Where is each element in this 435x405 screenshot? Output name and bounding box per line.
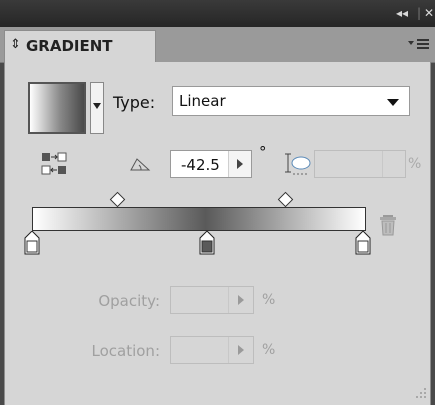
panel-menu-icon[interactable] [405,34,431,54]
type-label: Type: [113,93,156,112]
gradient-stop[interactable] [24,231,40,255]
opacity-unit: % [262,292,276,308]
aspect-ratio-unit: % [408,156,422,172]
gradient-slider[interactable] [32,207,366,231]
trash-icon [380,215,396,236]
angle-icon [130,158,151,171]
degree-symbol: ° [259,143,267,161]
gradient-stop[interactable] [355,231,371,255]
gradient-stop[interactable] [199,231,215,255]
close-panel-icon[interactable]: ✕ [424,6,434,20]
type-select-value: Linear [179,92,226,110]
angle-input[interactable]: -42.5 [170,150,252,178]
aspect-ratio-dropdown-button [382,151,405,177]
opacity-input [170,286,254,314]
location-input [170,336,254,364]
opacity-dropdown-button [228,287,253,313]
reverse-gradient-icon[interactable] [40,150,68,178]
gradient-swatch-dropdown[interactable] [90,82,104,134]
aspect-ratio-input [314,150,406,178]
collapse-panel-icon[interactable]: ◂◂ [396,6,408,20]
angle-value: -42.5 [181,156,220,174]
type-select[interactable]: Linear [172,86,410,116]
panel-title-bar: ◂◂ | ✕ [0,0,435,27]
location-unit: % [262,342,276,358]
opacity-label: Opacity: [98,292,160,310]
angle-dropdown-button[interactable] [228,151,251,177]
divider: | [417,6,422,20]
resize-grip-icon[interactable] [414,386,428,400]
tab-gradient-label: GRADIENT [26,37,113,55]
tab-updown-icon[interactable]: ⇕ [10,37,21,52]
gradient-preview-swatch[interactable] [28,82,86,134]
aspect-ratio-icon [285,153,311,175]
location-label: Location: [91,342,161,360]
location-dropdown-button [228,337,253,363]
